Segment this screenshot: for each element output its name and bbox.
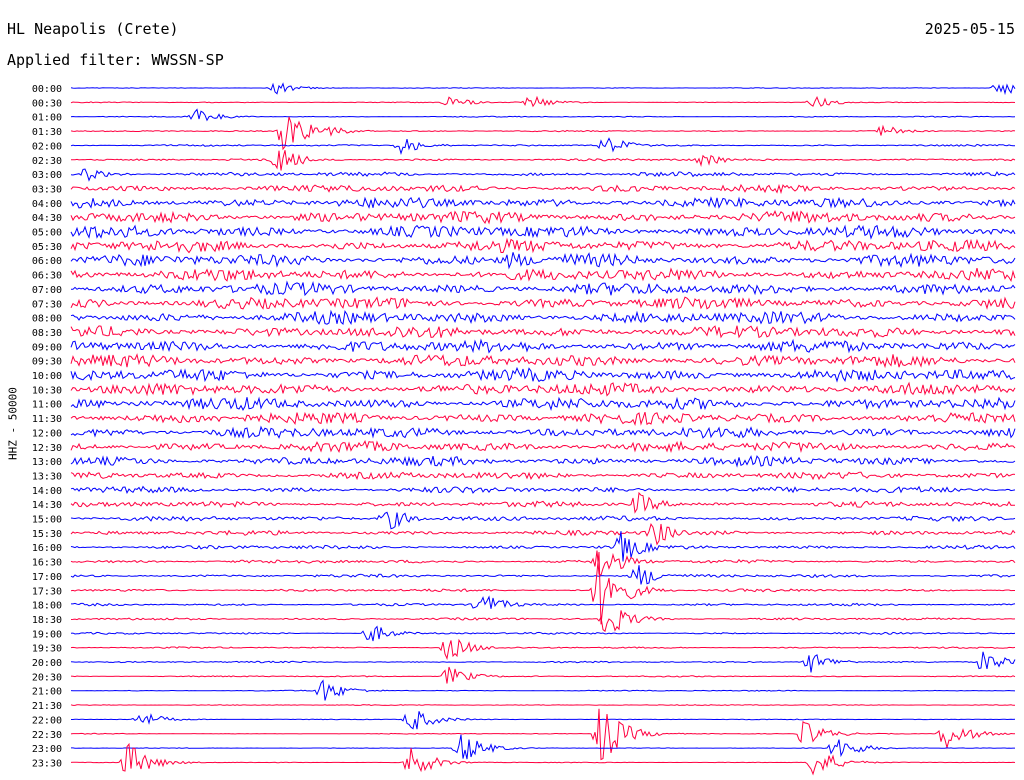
time-label-0200: 02:00 [32,141,62,152]
trace-2300 [71,734,1015,760]
time-label-0400: 04:00 [32,199,62,210]
trace-0430 [70,210,1016,225]
trace-2130 [70,704,1016,707]
trace-0200 [70,137,1015,155]
trace-1000 [70,366,1016,383]
trace-1800 [71,595,1016,609]
trace-0400 [70,196,1016,209]
time-label-0430: 04:30 [32,213,62,224]
trace-0730 [70,296,1016,310]
time-label-0630: 06:30 [32,271,62,282]
trace-0630 [70,267,1016,283]
time-label-1800: 18:00 [32,601,62,612]
trace-1730 [70,551,1015,625]
trace-1600 [70,531,1016,562]
time-label-1330: 13:30 [32,471,62,482]
trace-0700 [70,280,1016,297]
time-label-0500: 05:00 [32,228,62,239]
time-label-2100: 21:00 [32,687,62,698]
time-label-1230: 12:30 [32,443,62,454]
time-label-0100: 01:00 [32,113,62,124]
trace-0100 [70,108,1016,122]
time-label-1030: 10:30 [32,385,62,396]
time-label-1500: 15:00 [32,515,62,526]
time-label-0530: 05:30 [32,242,62,253]
trace-0500 [70,224,1016,240]
trace-0530 [70,237,1016,254]
time-label-2030: 20:30 [32,672,62,683]
trace-1630 [70,550,1016,576]
trace-0330 [70,183,1016,195]
trace-1530 [70,523,1016,546]
time-label-1600: 16:00 [32,543,62,554]
time-label-0600: 06:00 [32,256,62,267]
time-label-1100: 11:00 [32,400,62,411]
trace-2100 [70,679,1016,701]
trace-0930 [70,353,1016,369]
time-label-1300: 13:00 [32,457,62,468]
trace-0230 [70,150,1016,171]
time-label-1700: 17:00 [32,572,62,583]
time-label-0130: 01:30 [32,127,62,138]
time-label-1930: 19:30 [32,644,62,655]
trace-1130 [70,411,1016,427]
time-label-0900: 09:00 [32,342,62,353]
trace-0900 [70,338,1016,354]
time-label-0830: 08:30 [32,328,62,339]
time-label-1430: 14:30 [32,500,62,511]
trace-0300 [70,168,1016,182]
trace-1200 [70,425,1016,439]
time-label-0800: 08:00 [32,314,62,325]
trace-1930 [70,638,1016,661]
time-label-0930: 09:30 [32,357,62,368]
trace-0800 [70,309,1016,325]
time-label-2200: 22:00 [32,715,62,726]
time-label-2130: 21:30 [32,701,62,712]
trace-1700 [70,565,1016,585]
time-label-1130: 11:30 [32,414,62,425]
trace-1830 [70,610,1016,633]
time-label-0700: 07:00 [32,285,62,296]
time-label-0030: 00:30 [32,98,62,109]
trace-1030 [70,381,1016,397]
time-label-1200: 12:00 [32,428,62,439]
time-label-1730: 17:30 [32,586,62,597]
trace-1100 [70,396,1016,412]
trace-1300 [70,455,1016,468]
time-label-2300: 23:00 [32,744,62,755]
helicorder-plot: 00:00 00:30 01:00 01:30 02:00 02:30 03:00 03:30… [32,82,1016,776]
trace-0830 [70,325,1016,339]
trace-0600 [70,252,1016,270]
time-label-0730: 07:30 [32,299,62,310]
time-label-2330: 23:30 [32,758,62,769]
time-label-2230: 22:30 [32,730,62,741]
trace-2000 [70,651,1016,673]
trace-2030 [70,666,1016,684]
time-label-1000: 10:00 [32,371,62,382]
time-label-1830: 18:30 [32,615,62,626]
trace-1400 [70,485,1016,495]
time-label-0230: 02:30 [32,156,62,167]
trace-1230 [70,440,1016,454]
time-label-1530: 15:30 [32,529,62,540]
trace-2200 [71,711,1016,730]
time-label-1400: 14:00 [32,486,62,497]
time-label-0330: 03:30 [32,184,62,195]
trace-0030 [70,95,1016,108]
trace-2230 [70,708,1015,761]
time-label-1630: 16:30 [32,558,62,569]
trace-1900 [70,625,1016,642]
trace-1500 [70,511,1016,530]
trace-1430 [70,491,1015,514]
trace-1330 [70,471,1016,481]
time-label-0000: 00:00 [32,84,62,95]
trace-0130 [70,116,1016,151]
time-label-1900: 19:00 [32,629,62,640]
time-label-2000: 20:00 [32,658,62,669]
time-label-0300: 03:00 [32,170,62,181]
trace-0000 [70,82,1016,96]
seismogram-page: HL Neapolis (Crete) 2025-05-15 Applied f… [0,0,1024,780]
